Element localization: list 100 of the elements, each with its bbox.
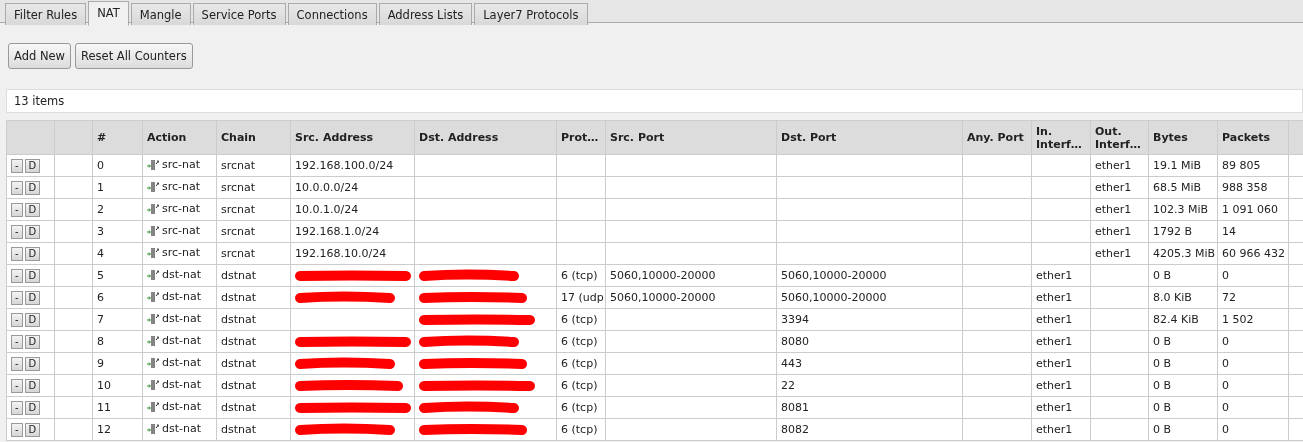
table-cell: 102.3 MiB (1153, 203, 1209, 216)
disable-button[interactable]: - (11, 202, 23, 217)
table-cell: ether1 (1095, 181, 1132, 194)
table-cell: dst-nat (162, 422, 202, 435)
remove-button[interactable]: D (24, 422, 41, 437)
disable-button[interactable]: - (11, 246, 23, 261)
remove-button[interactable]: D (24, 246, 41, 261)
table-cell: 0 B (1153, 269, 1172, 282)
column-header[interactable]: Any. Port (962, 120, 1032, 155)
table-cell: 9 (97, 357, 104, 370)
table-cell: dst-nat (162, 378, 202, 391)
column-header[interactable]: Chain (216, 120, 291, 155)
table-cell: 12 (97, 423, 111, 436)
table-cell: 60 966 432 (1222, 247, 1285, 260)
action-icon (147, 203, 159, 214)
table-cell: ether1 (1095, 225, 1132, 238)
table-cell: dstnat (221, 335, 257, 348)
disable-button[interactable]: - (11, 312, 23, 327)
table-cell: 6 (tcp) (561, 313, 598, 326)
table-cell: 8082 (781, 423, 809, 436)
table-cell: 1 (97, 181, 104, 194)
disable-button[interactable]: - (11, 400, 23, 415)
disable-button[interactable]: - (11, 378, 23, 393)
table-cell: ether1 (1095, 203, 1132, 216)
add-new-button[interactable]: Add New (8, 43, 71, 69)
remove-button[interactable]: D (24, 378, 41, 393)
remove-button[interactable]: D (24, 400, 41, 415)
table-cell: 8080 (781, 335, 809, 348)
tab[interactable]: NAT (88, 1, 129, 26)
table-cell: src-nat (162, 180, 201, 193)
tab[interactable]: Connections (287, 3, 377, 25)
table-cell: ether1 (1036, 357, 1073, 370)
reset-counters-button[interactable]: Reset All Counters (75, 43, 193, 69)
table-cell: 6 (tcp) (561, 335, 598, 348)
table-cell: src-nat (162, 224, 201, 237)
disable-button[interactable]: - (11, 356, 23, 371)
table-cell: 0 B (1153, 335, 1172, 348)
table-cell: srcnat (221, 225, 256, 238)
tab[interactable]: Layer7 Protocols (474, 3, 588, 25)
table-cell: srcnat (221, 203, 256, 216)
column-header[interactable]: Action (142, 120, 217, 155)
disable-button[interactable]: - (11, 422, 23, 437)
remove-button[interactable]: D (24, 290, 41, 305)
table-cell: 68.5 MiB (1153, 181, 1202, 194)
table-cell: 8 (97, 335, 104, 348)
remove-button[interactable]: D (24, 224, 41, 239)
remove-button[interactable]: D (24, 158, 41, 173)
column-header[interactable]: In. Interf… (1031, 120, 1091, 155)
disable-button[interactable]: - (11, 268, 23, 283)
table-cell: 0 (1222, 401, 1229, 414)
action-icon (147, 291, 159, 302)
table-cell: srcnat (221, 159, 256, 172)
table-cell: dstnat (221, 313, 257, 326)
table-cell: 89 805 (1222, 159, 1261, 172)
table-cell: 10.0.1.0/24 (295, 203, 359, 216)
table-cell: 988 358 (1222, 181, 1268, 194)
table-cell: 6 (tcp) (561, 423, 598, 436)
remove-button[interactable]: D (24, 312, 41, 327)
column-header[interactable]: Out. Interf… (1090, 120, 1149, 155)
column-header[interactable]: Src. Address (290, 120, 415, 155)
column-header[interactable]: # (92, 120, 143, 155)
remove-button[interactable]: D (24, 268, 41, 283)
disable-button[interactable]: - (11, 180, 23, 195)
tab[interactable]: Mangle (130, 3, 191, 25)
column-header[interactable]: Src. Port (605, 120, 777, 155)
tab[interactable]: Service Ports (192, 3, 286, 25)
table-cell: 4 (97, 247, 104, 260)
column-header[interactable]: Dst. Port (776, 120, 963, 155)
table-cell: ether1 (1036, 269, 1073, 282)
remove-button[interactable]: D (24, 202, 41, 217)
remove-button[interactable]: D (24, 180, 41, 195)
tab[interactable]: Filter Rules (5, 3, 87, 25)
table-cell: 6 (tcp) (561, 379, 598, 392)
table-cell: 0 B (1153, 401, 1172, 414)
table-cell: 2 (97, 203, 104, 216)
disable-button[interactable]: - (11, 334, 23, 349)
table-cell: 22 (781, 379, 795, 392)
table-cell: ether1 (1036, 401, 1073, 414)
disable-button[interactable]: - (11, 224, 23, 239)
table-cell: 0 (1222, 379, 1229, 392)
disable-button[interactable]: - (11, 290, 23, 305)
action-icon (147, 357, 159, 368)
table-cell: 6 (97, 291, 104, 304)
table-cell: 1792 B (1153, 225, 1193, 238)
table-cell: 0 (97, 159, 104, 172)
remove-button[interactable]: D (24, 334, 41, 349)
remove-button[interactable]: D (24, 356, 41, 371)
table-cell: 10.0.0.0/24 (295, 181, 359, 194)
table-cell: 1 502 (1222, 313, 1254, 326)
table-cell: dstnat (221, 269, 257, 282)
table-cell: 19.1 MiB (1153, 159, 1202, 172)
column-header[interactable]: Packets (1217, 120, 1289, 155)
column-header[interactable]: Bytes (1148, 120, 1218, 155)
column-header[interactable]: Prot… (556, 120, 606, 155)
table-cell: 6 (tcp) (561, 401, 598, 414)
column-header[interactable]: Dst. Address (414, 120, 557, 155)
table-cell: 7 (97, 313, 104, 326)
action-icon (147, 313, 159, 324)
tab[interactable]: Address Lists (378, 3, 473, 25)
disable-button[interactable]: - (11, 158, 23, 173)
